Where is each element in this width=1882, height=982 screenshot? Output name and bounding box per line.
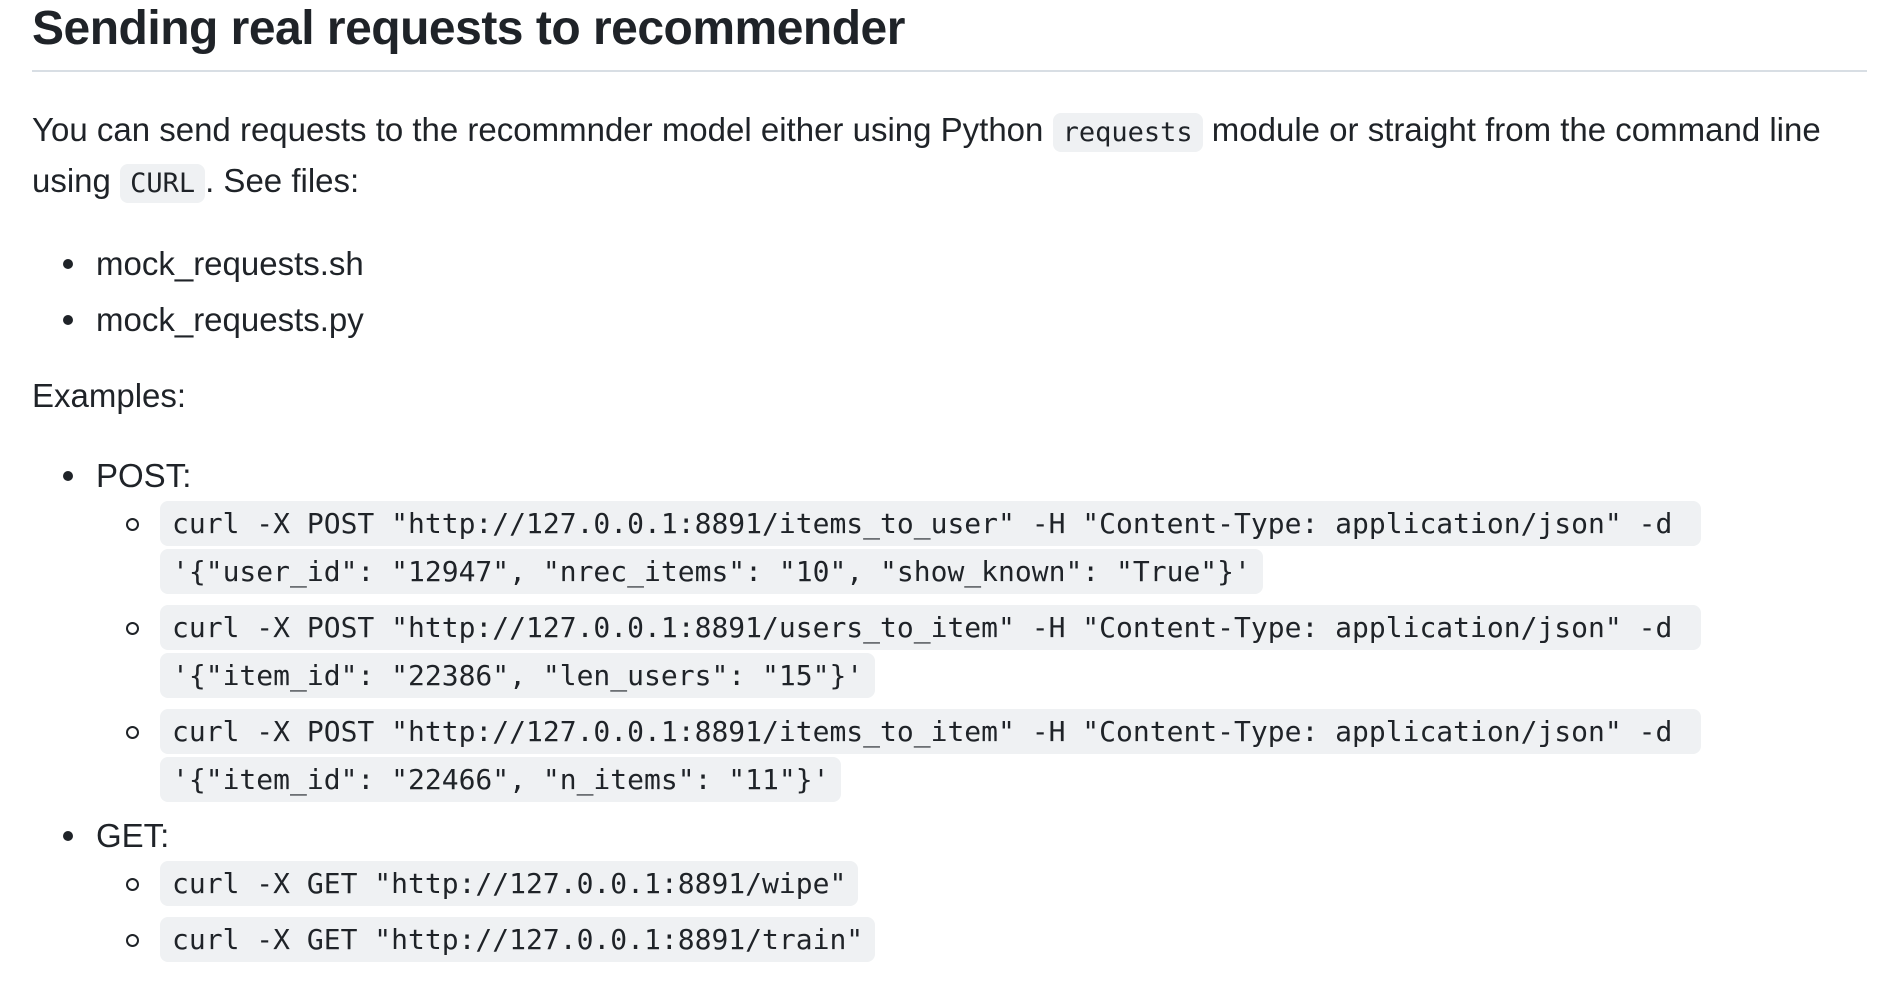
intro-paragraph: You can send requests to the recommnder … (32, 106, 1872, 208)
examples-label: Examples: (32, 377, 187, 414)
circle-bullet-icon (126, 726, 139, 739)
command-code: curl -X POST "http://127.0.0.1:8891/user… (160, 605, 1702, 698)
section-heading: Sending real requests to recommender (32, 0, 1867, 72)
method-label: GET: (96, 817, 170, 854)
post-command-list: curl -X POST "http://127.0.0.1:8891/item… (32, 500, 1872, 812)
command-item: curl -X GET "http://127.0.0.1:8891/wipe" (126, 860, 1872, 916)
command-item: curl -X GET "http://127.0.0.1:8891/train… (126, 916, 1872, 972)
command-code: curl -X GET "http://127.0.0.1:8891/train… (160, 917, 876, 962)
code-requests: requests (1052, 113, 1203, 152)
circle-bullet-icon (126, 934, 139, 947)
method-item-post: POST: (32, 452, 1872, 500)
intro-text-before: You can send requests to the recommnder … (32, 111, 1053, 148)
bullet-icon (63, 831, 73, 841)
circle-bullet-icon (126, 518, 139, 531)
file-name: mock_requests.sh (96, 245, 364, 282)
command-code: curl -X POST "http://127.0.0.1:8891/item… (160, 501, 1702, 594)
get-command-list: curl -X GET "http://127.0.0.1:8891/wipe"… (32, 860, 1872, 972)
file-list-item: mock_requests.sh (32, 236, 364, 292)
method-label: POST: (96, 457, 192, 494)
bullet-icon (63, 259, 73, 269)
command-item: curl -X POST "http://127.0.0.1:8891/item… (126, 708, 1872, 812)
readme-section: Sending real requests to recommender You… (0, 0, 1882, 982)
bullet-icon (63, 315, 73, 325)
circle-bullet-icon (126, 622, 139, 635)
method-item-get: GET: (32, 812, 1872, 860)
examples-list: POST: curl -X POST "http://127.0.0.1:889… (32, 452, 1872, 972)
code-curl: CURL (120, 164, 206, 203)
file-name: mock_requests.py (96, 301, 364, 338)
file-list-item: mock_requests.py (32, 292, 364, 348)
intro-text-after: . See files: (205, 162, 360, 199)
circle-bullet-icon (126, 878, 139, 891)
file-list: mock_requests.sh mock_requests.py (32, 236, 364, 348)
bullet-icon (63, 471, 73, 481)
command-item: curl -X POST "http://127.0.0.1:8891/item… (126, 500, 1872, 604)
command-code: curl -X POST "http://127.0.0.1:8891/item… (160, 709, 1702, 802)
command-item: curl -X POST "http://127.0.0.1:8891/user… (126, 604, 1872, 708)
command-code: curl -X GET "http://127.0.0.1:8891/wipe" (160, 861, 859, 906)
